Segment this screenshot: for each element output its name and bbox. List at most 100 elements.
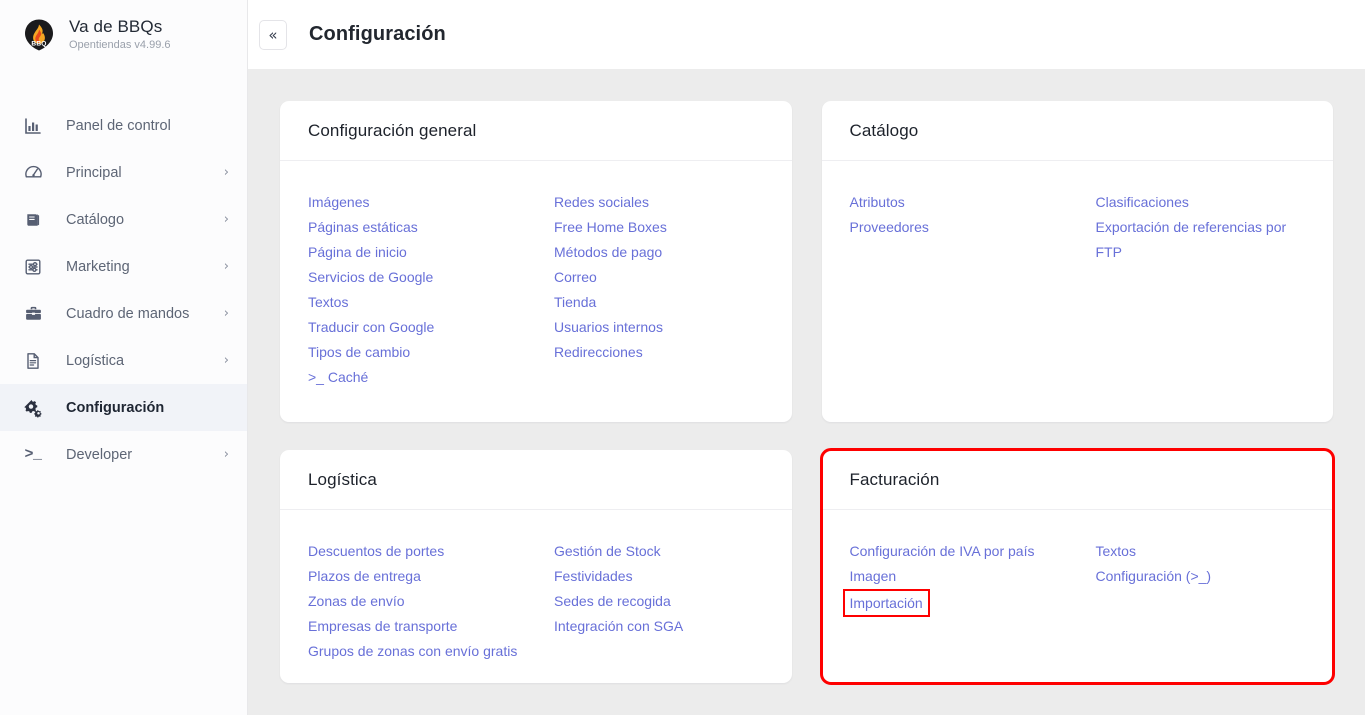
sidebar-nav: Panel de control Principal › Catálogo › …	[0, 102, 247, 478]
link-sedes-de-recogida[interactable]: Sedes de recogida	[554, 589, 671, 614]
link-descuentos-de-portes[interactable]: Descuentos de portes	[308, 539, 444, 564]
card-column-right: Gestión de Stock Festividades Sedes de r…	[554, 539, 764, 664]
sidebar-item-cuadro-de-mandos[interactable]: Cuadro de mandos ›	[0, 290, 247, 337]
sidebar-item-label: Marketing	[66, 258, 130, 275]
link-pagina-de-inicio[interactable]: Página de inicio	[308, 240, 407, 265]
link-cache[interactable]: >_ Caché	[308, 365, 368, 390]
chevron-right-icon: ›	[223, 212, 229, 227]
card-body: Configuración de IVA por país Imagen Imp…	[822, 510, 1334, 683]
card-body: Imágenes Páginas estáticas Página de ini…	[280, 161, 792, 422]
svg-text:BBQ: BBQ	[31, 40, 46, 47]
sidebar-item-label: Logística	[66, 352, 125, 369]
chevron-right-icon: ›	[223, 353, 229, 368]
link-imagenes[interactable]: Imágenes	[308, 190, 369, 215]
sidebar-item-label: Panel de control	[66, 117, 171, 134]
sidebar-item-configuracion[interactable]: Configuración	[0, 384, 247, 431]
link-redes-sociales[interactable]: Redes sociales	[554, 190, 649, 215]
double-chevron-left-icon: «	[268, 25, 278, 44]
topbar: « Configuración	[248, 0, 1365, 69]
bbq-flame-badge-icon: BBQ	[22, 18, 56, 52]
chevron-right-icon: ›	[223, 259, 229, 274]
sidebar-item-label: Configuración	[66, 399, 165, 416]
document-icon	[22, 350, 44, 372]
sidebar-item-label: Cuadro de mandos	[66, 305, 190, 322]
terminal-icon: >_	[24, 446, 42, 463]
link-configuracion-de-iva-por-pais[interactable]: Configuración de IVA por país	[850, 539, 1035, 564]
link-empresas-de-transporte[interactable]: Empresas de transporte	[308, 614, 457, 639]
sidebar-item-label: Developer	[66, 446, 133, 463]
card-column-left: Atributos Proveedores	[850, 190, 1096, 265]
link-exportacion-de-referencias-por-ftp[interactable]: Exportación de referencias por FTP	[1096, 215, 1296, 265]
link-traducir-con-google[interactable]: Traducir con Google	[308, 315, 434, 340]
link-festividades[interactable]: Festividades	[554, 564, 633, 589]
link-clasificaciones[interactable]: Clasificaciones	[1096, 190, 1189, 215]
link-proveedores[interactable]: Proveedores	[850, 215, 929, 240]
sidebar-item-principal[interactable]: Principal ›	[0, 149, 247, 196]
card-title: Catálogo	[849, 120, 919, 140]
sidebar-item-marketing[interactable]: Marketing ›	[0, 243, 247, 290]
card-header: Facturación	[821, 450, 1333, 510]
card-header: Logística	[280, 450, 792, 510]
card-header: Catálogo	[821, 101, 1333, 161]
book-icon	[22, 209, 44, 231]
sidebar-item-logistica[interactable]: Logística ›	[0, 337, 247, 384]
card-title: Facturación	[849, 469, 940, 489]
card-title: Logística	[308, 469, 377, 489]
bar-chart-icon	[22, 115, 44, 137]
link-configuracion-terminal[interactable]: Configuración (>_)	[1096, 564, 1212, 589]
chevron-right-icon: ›	[223, 306, 229, 321]
sidebar-item-panel-de-control[interactable]: Panel de control	[0, 102, 247, 149]
card-column-left: Configuración de IVA por país Imagen Imp…	[842, 539, 1096, 617]
link-textos-facturacion[interactable]: Textos	[1096, 539, 1136, 564]
link-tienda[interactable]: Tienda	[554, 290, 596, 315]
page-title: Configuración	[309, 23, 446, 45]
link-paginas-estaticas[interactable]: Páginas estáticas	[308, 215, 418, 240]
link-usuarios-internos[interactable]: Usuarios internos	[554, 315, 663, 340]
link-importacion[interactable]: Importación	[842, 589, 930, 617]
card-column-left: Imágenes Páginas estáticas Página de ini…	[308, 190, 554, 390]
speedometer-icon	[22, 162, 44, 184]
card-column-left: Descuentos de portes Plazos de entrega Z…	[308, 539, 554, 664]
sidebar-item-catalogo[interactable]: Catálogo ›	[0, 196, 247, 243]
link-metodos-de-pago[interactable]: Métodos de pago	[554, 240, 662, 265]
link-servicios-de-google[interactable]: Servicios de Google	[308, 265, 433, 290]
link-integracion-con-sga[interactable]: Integración con SGA	[554, 614, 683, 639]
sidebar-collapse-button[interactable]: «	[259, 19, 287, 50]
link-grupos-de-zonas-con-envio-gratis[interactable]: Grupos de zonas con envío gratis	[308, 639, 517, 664]
link-gestion-de-stock[interactable]: Gestión de Stock	[554, 539, 661, 564]
link-imagen[interactable]: Imagen	[850, 564, 897, 589]
card-column-right: Redes sociales Free Home Boxes Métodos d…	[554, 190, 764, 390]
brand-title: Va de BBQs	[69, 16, 163, 36]
card-body: Atributos Proveedores Clasificaciones Ex…	[822, 161, 1334, 422]
link-zonas-de-envio[interactable]: Zonas de envío	[308, 589, 405, 614]
link-tipos-de-cambio[interactable]: Tipos de cambio	[308, 340, 410, 365]
sidebar-item-developer[interactable]: >_ Developer ›	[0, 431, 247, 478]
main-area: « Configuración Configuración general Im…	[248, 0, 1365, 715]
sliders-icon	[22, 256, 44, 278]
card-configuracion-general: Configuración general Imágenes Páginas e…	[280, 101, 792, 422]
card-body: Descuentos de portes Plazos de entrega Z…	[280, 510, 792, 683]
sidebar: BBQ Va de BBQs Opentiendas v4.99.6 Panel…	[0, 0, 248, 715]
card-column-right: Clasificaciones Exportación de referenci…	[1096, 190, 1306, 265]
brand-text-block: Va de BBQs Opentiendas v4.99.6	[69, 17, 171, 53]
card-catalogo: Catálogo Atributos Proveedores Clasifica…	[821, 101, 1334, 422]
chevron-right-icon: ›	[223, 447, 229, 462]
chevron-right-icon: ›	[223, 165, 229, 180]
card-title: Configuración general	[308, 120, 477, 140]
briefcase-icon	[22, 303, 44, 325]
link-correo[interactable]: Correo	[554, 265, 597, 290]
card-header: Configuración general	[280, 101, 792, 161]
link-redirecciones[interactable]: Redirecciones	[554, 340, 643, 365]
link-plazos-de-entrega[interactable]: Plazos de entrega	[308, 564, 421, 589]
card-facturacion: Facturación Configuración de IVA por paí…	[819, 448, 1335, 685]
app-root: BBQ Va de BBQs Opentiendas v4.99.6 Panel…	[0, 0, 1365, 715]
brand-subtitle: Opentiendas v4.99.6	[69, 38, 171, 51]
link-textos[interactable]: Textos	[308, 290, 348, 315]
gears-icon	[22, 397, 44, 419]
card-column-right: Textos Configuración (>_)	[1096, 539, 1306, 617]
link-free-home-boxes[interactable]: Free Home Boxes	[554, 215, 667, 240]
link-atributos[interactable]: Atributos	[850, 190, 905, 215]
sidebar-item-label: Catálogo	[66, 211, 125, 228]
card-logistica: Logística Descuentos de portes Plazos de…	[280, 450, 792, 683]
brand-header[interactable]: BBQ Va de BBQs Opentiendas v4.99.6	[0, 0, 247, 69]
